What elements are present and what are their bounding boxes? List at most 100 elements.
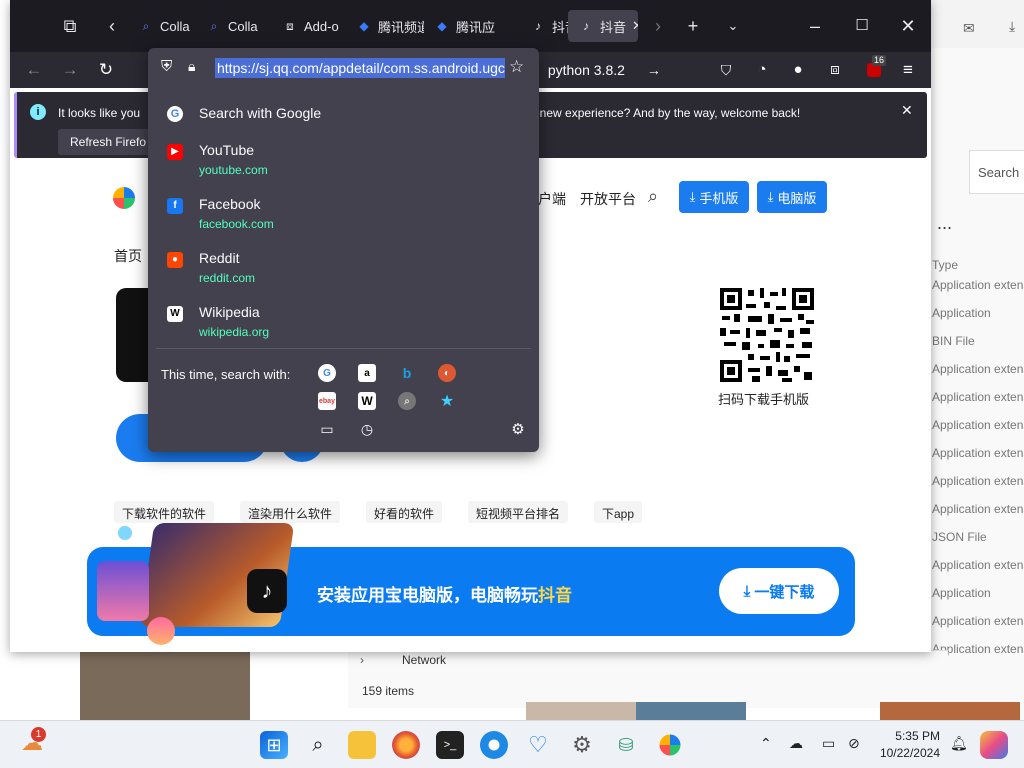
file-type-cell[interactable]: BIN File <box>932 334 975 348</box>
file-type-cell[interactable]: JSON File <box>932 530 987 544</box>
file-type-cell[interactable]: Application extens <box>932 418 1024 432</box>
forward-icon[interactable]: → <box>58 58 82 82</box>
search-icon[interactable]: ⌕ <box>648 186 658 207</box>
refresh-firefox-button[interactable]: Refresh Firefo <box>58 129 159 155</box>
nav-network[interactable]: Network <box>402 653 446 667</box>
chevron-right-icon[interactable]: › <box>360 653 364 667</box>
search-tag[interactable]: 渲染用什么软件 <box>240 501 341 523</box>
close-tab-icon[interactable]: ✕ <box>632 18 638 34</box>
mail-icon[interactable]: ✉ <box>963 20 975 37</box>
firefox-view-icon[interactable]: ⧉ <box>58 14 82 38</box>
app-store-logo[interactable] <box>113 187 135 209</box>
extensions-icon[interactable]: ⧈ <box>823 58 847 82</box>
clock-date[interactable]: 10/22/2024 <box>874 746 940 760</box>
search-settings-gear-icon[interactable]: ⚙ <box>509 420 527 438</box>
amazon-engine-icon[interactable]: a <box>358 364 376 382</box>
ebay-engine-icon[interactable]: ebay <box>318 392 336 410</box>
pocket-icon[interactable]: ⛉ <box>714 58 738 82</box>
file-type-cell[interactable]: Application <box>932 306 991 320</box>
new-tab-icon[interactable]: + <box>681 14 705 38</box>
mobile-version-button[interactable]: ⤓ 手机版 <box>679 181 749 213</box>
search-tag[interactable]: 下app <box>594 501 643 523</box>
list-all-tabs-icon[interactable]: ⌄ <box>721 14 745 38</box>
file-type-cell[interactable]: Application extens <box>932 362 1024 376</box>
tab-4[interactable]: ◆ 腾讯频道 <box>346 10 424 42</box>
file-type-cell[interactable]: Application extens <box>932 502 1024 516</box>
video-thumbnail[interactable] <box>636 702 746 720</box>
tabs-search-icon[interactable]: ▭ <box>318 420 336 438</box>
browser-icon[interactable] <box>480 731 508 759</box>
video-thumbnail[interactable] <box>880 702 1020 720</box>
tab-1[interactable]: ⌕ Colla <box>128 10 206 42</box>
file-type-cell[interactable]: Application extens <box>932 474 1024 488</box>
pc-download-banner[interactable]: ♪ 安装应用宝电脑版，电脑畅玩抖音 ⤓ 一键下载 <box>87 523 855 645</box>
duckduckgo-engine-icon[interactable]: ◐ <box>438 364 456 382</box>
tab-2[interactable]: ⌕ Colla <box>196 10 262 42</box>
bookmark-star-icon[interactable]: ☆ <box>509 57 524 77</box>
adblock-extension-icon[interactable]: 16 <box>862 55 887 82</box>
secondary-search-box[interactable]: ⌕ python 3.8.2 → <box>532 57 692 83</box>
display-icon[interactable]: ▭ <box>822 735 835 752</box>
notification-bell-icon[interactable]: 🔔︎ <box>950 735 968 752</box>
download-icon[interactable]: ⤓ <box>1009 18 1015 35</box>
video-thumbnail[interactable] <box>80 652 250 720</box>
back-icon[interactable]: ← <box>22 58 46 82</box>
file-type-cell[interactable]: Application extens <box>932 558 1024 572</box>
more-options-button[interactable]: ... <box>937 213 952 234</box>
maximize-icon[interactable]: ☐ <box>850 14 874 38</box>
file-type-cell[interactable]: Application extens <box>932 614 1024 628</box>
history-search-icon[interactable]: ◷ <box>358 420 376 438</box>
start-icon[interactable]: ⊞ <box>260 731 288 759</box>
file-type-cell[interactable]: Application extens <box>932 446 1024 460</box>
video-thumbnail[interactable] <box>526 702 636 720</box>
file-type-cell[interactable]: Application extens <box>932 390 1024 404</box>
lock-icon[interactable]: 🔒︎ <box>188 58 195 75</box>
copilot-icon[interactable] <box>980 731 1008 759</box>
close-window-icon[interactable]: ✕ <box>896 14 920 38</box>
app-icon[interactable]: ⛁ <box>612 731 640 759</box>
account-icon[interactable]: ● <box>786 58 810 82</box>
file-type-cell[interactable]: Application extens <box>932 278 1024 292</box>
tab-scroll-left-icon[interactable]: ‹ <box>100 14 124 38</box>
shortcut-youtube[interactable]: ▶ YouTube youtube.com <box>148 136 539 188</box>
reload-icon[interactable]: ↻ <box>94 58 118 82</box>
app-store-icon[interactable] <box>659 734 681 756</box>
extension-circle-icon[interactable]: ◔ <box>750 58 774 82</box>
tab-scroll-right-icon[interactable]: › <box>646 14 670 38</box>
tab-7[interactable]: ♪ 抖音 ✕ <box>568 10 638 42</box>
bookmarks-search-icon[interactable]: ★ <box>438 392 456 410</box>
google-engine-icon[interactable]: G <box>318 364 336 382</box>
nav-open-platform[interactable]: 开放平台 <box>580 189 636 209</box>
close-notice-icon[interactable]: ✕ <box>901 102 913 119</box>
url-input[interactable]: https://sj.qq.com/appdetail/com.ss.andro… <box>215 58 505 78</box>
show-hidden-icons[interactable]: ⌃ <box>760 735 772 752</box>
shield-icon[interactable]: ⛨ <box>161 58 172 75</box>
search-tag[interactable]: 下载软件的软件 <box>114 501 215 523</box>
tab-3[interactable]: ⧈ Add-o <box>272 10 346 42</box>
shortcut-wikipedia[interactable]: W Wikipedia wikipedia.org <box>148 298 539 350</box>
one-click-download-button[interactable]: ⤓ 一键下载 <box>719 568 839 614</box>
shortcut-reddit[interactable]: ● Reddit reddit.com <box>148 244 539 296</box>
terminal-icon[interactable]: >_ <box>436 731 464 759</box>
breadcrumb-home[interactable]: 首页 <box>114 246 142 266</box>
minimize-icon[interactable]: – <box>803 14 827 38</box>
wikipedia-engine-icon[interactable]: W <box>358 392 376 410</box>
explorer-search-input[interactable]: Search <box>969 150 1024 194</box>
search-engine-icon[interactable]: ⌕ <box>398 392 416 410</box>
go-arrow-icon[interactable]: → <box>647 62 661 78</box>
url-bar[interactable]: ⛨ 🔒︎ https://sj.qq.com/appdetail/com.ss.… <box>148 48 539 88</box>
search-icon[interactable]: ⌕ <box>304 731 332 759</box>
search-tag[interactable]: 好看的软件 <box>366 501 443 523</box>
volume-icon[interactable]: ⊘ <box>848 735 860 752</box>
network-icon[interactable]: ☁ <box>789 735 803 752</box>
file-type-cell[interactable]: Application <box>932 586 991 600</box>
bing-engine-icon[interactable]: b <box>398 364 416 382</box>
firefox-icon[interactable] <box>392 731 420 759</box>
column-header-type[interactable]: Type <box>932 258 958 272</box>
search-tag[interactable]: 短视频平台排名 <box>468 501 569 523</box>
file-explorer-icon[interactable] <box>348 731 376 759</box>
shortcut-facebook[interactable]: f Facebook facebook.com <box>148 190 539 242</box>
tab-5[interactable]: ◆ 腾讯应 <box>424 10 502 42</box>
health-icon[interactable]: ♡ <box>524 731 552 759</box>
tab-6[interactable]: ♪抖音A <box>520 10 570 42</box>
